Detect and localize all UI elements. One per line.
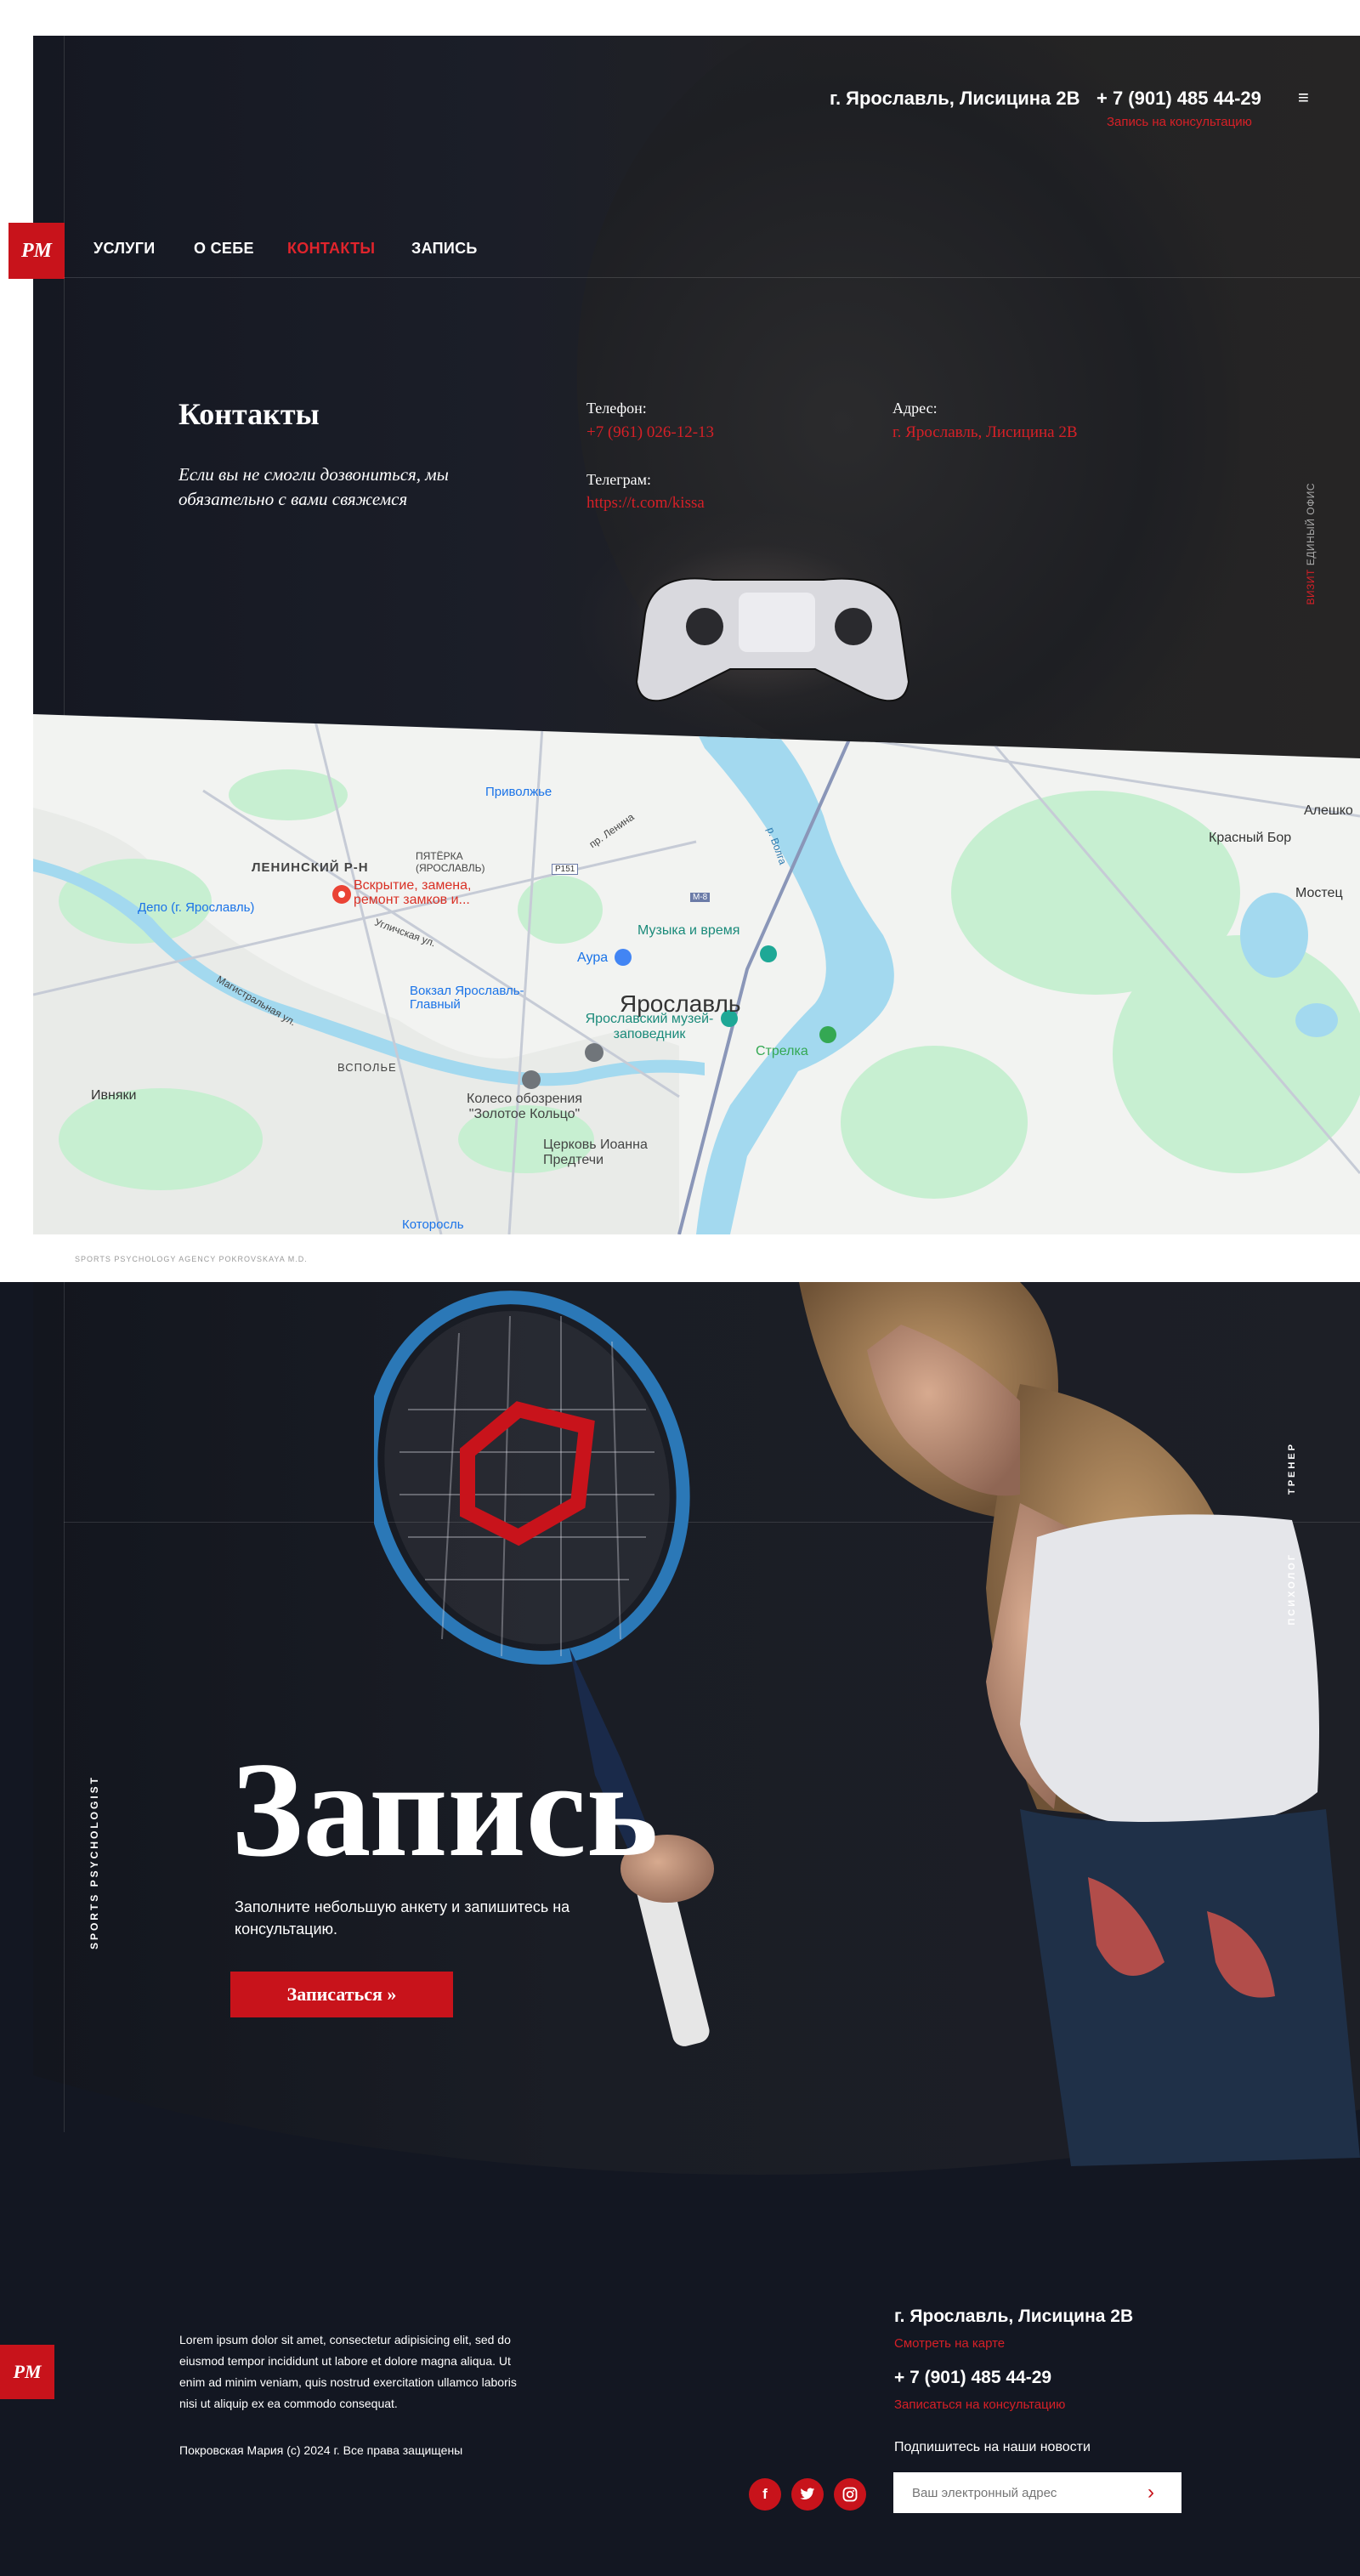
booking-subtitle: Заполните небольшую анкету и запишитесь … xyxy=(235,1898,570,1938)
phone-value[interactable]: +7 (961) 026-12-13 xyxy=(586,423,714,442)
map-m8-label: М-8 xyxy=(690,893,711,902)
nav-item-contacts[interactable]: КОНТАКТЫ xyxy=(287,240,375,258)
logo[interactable]: PM xyxy=(8,223,65,279)
email-input[interactable] xyxy=(893,2472,1182,2513)
map-music-label: Музыка и время xyxy=(638,923,740,938)
tennis-player-image xyxy=(374,1282,1360,2166)
twitter-bird-icon xyxy=(800,2488,815,2499)
instagram-glyph-icon xyxy=(842,2487,858,2502)
map-krasny-bor-label: Красный Бор xyxy=(1209,831,1292,845)
nav-item-services[interactable]: УСЛУГИ xyxy=(94,240,156,258)
side-office-label: ВИЗИТ ЕДИНЫЙ ОФИС xyxy=(1305,483,1317,604)
instagram-icon[interactable] xyxy=(834,2478,866,2511)
footer-description: Lorem ipsum dolor sit amet, consectetur … xyxy=(179,2333,517,2410)
side-office-text: ЕДИНЫЙ ОФИС xyxy=(1305,483,1317,566)
contacts-title: Контакты xyxy=(178,397,320,431)
submit-arrow-icon[interactable]: › xyxy=(1148,2481,1154,2505)
map-pin-label[interactable]: Вскрытие, замена, ремонт замков и... xyxy=(354,878,498,907)
map-vspolye-label: ВСПОЛЬЕ xyxy=(337,1061,397,1074)
map-strelka-label: Стрелка xyxy=(756,1044,808,1058)
side-office-red: ВИЗИТ xyxy=(1305,569,1317,605)
map-church-label: Церковь Иоанна Предтечи xyxy=(543,1138,648,1167)
footer-phone[interactable]: + 7 (901) 485 44-29 xyxy=(894,2368,1051,2388)
map-kotoros-label: Которосль xyxy=(402,1217,464,1232)
decor-line xyxy=(64,36,65,716)
map-museum-label: Ярославский музей- заповедник xyxy=(585,1012,714,1041)
map-ivnyaki-label: Ивняки xyxy=(91,1088,137,1103)
address-value[interactable]: г. Ярославль, Лисицина 2В xyxy=(892,423,1078,442)
nav-item-booking[interactable]: ЗАПИСЬ xyxy=(411,240,478,258)
map-wheel-label: Колесо обозрения "Золотое Кольцо" xyxy=(467,1092,582,1121)
nav-divider xyxy=(64,277,1360,278)
map-privolzhye-label: Приволжье xyxy=(485,785,552,799)
footer-copyright: Покровская Мария (c) 2024 г. Все права з… xyxy=(179,2443,463,2457)
map-canvas[interactable] xyxy=(33,714,1360,1234)
map[interactable]: Ярославль ЛЕНИНСКИЙ Р-Н ПЯТЁРКА (ЯРОСЛАВ… xyxy=(33,714,1360,1234)
vertical-label-trainer: ТРЕНЕР xyxy=(1287,1442,1297,1495)
header-phone[interactable]: + 7 (901) 485 44-29 xyxy=(1096,88,1261,110)
header-consult-link[interactable]: Запись на консультацию xyxy=(1107,115,1252,129)
vertical-label-psychologist: ПСИХОЛОГ xyxy=(1287,1552,1297,1626)
telegram-link[interactable]: https://t.com/kissa xyxy=(586,494,705,513)
phone-label: Телефон: xyxy=(586,400,647,417)
map-depot-label: Депо (г. Ярославль) xyxy=(138,900,255,915)
contacts-subtitle: Если вы не смогли дозвониться, мы обязат… xyxy=(178,464,449,509)
newsletter-label: Подпишитесь на наши новости xyxy=(894,2440,1091,2454)
vertical-label-sports-psychologist: SPORTS PSYCHOLOGIST xyxy=(88,1775,100,1950)
booking-title: Запись xyxy=(231,1733,659,1885)
twitter-icon[interactable] xyxy=(791,2478,824,2511)
footer-logo[interactable]: PM xyxy=(0,2345,54,2399)
gamepad-image xyxy=(635,577,910,702)
map-alekhino-label: Алешко xyxy=(1304,803,1353,818)
header-address: г. Ярославль, Лисицина 2В xyxy=(830,88,1080,109)
footer-map-link[interactable]: Смотреть на карте xyxy=(894,2336,1005,2351)
menu-icon[interactable]: ≡ xyxy=(1298,87,1309,109)
facebook-glyph: f xyxy=(762,2486,768,2502)
agency-note: SPORTS PSYCHOLOGY AGENCY POKROVSKAYA M.D… xyxy=(75,1255,308,1263)
facebook-icon[interactable]: f xyxy=(749,2478,781,2511)
map-vokzal-label: Вокзал Ярославль-Главный xyxy=(410,984,524,1012)
footer-address: г. Ярославль, Лисицина 2В xyxy=(894,2306,1134,2326)
booking-button[interactable]: Записаться » xyxy=(230,1972,453,2017)
map-p151-label: Р151 xyxy=(552,864,579,875)
map-district-label: ЛЕНИНСКИЙ Р-Н xyxy=(252,860,369,875)
map-aura-label: Аура xyxy=(577,950,609,965)
map-pyaterka-label: ПЯТЁРКА (ЯРОСЛАВЛЬ) xyxy=(416,850,485,874)
footer-consult-link[interactable]: Записаться на консультацию xyxy=(894,2397,1065,2412)
telegram-label: Телеграм: xyxy=(586,471,652,488)
decor-line-vertical xyxy=(64,1282,65,2132)
nav-item-about[interactable]: О СЕБЕ xyxy=(194,240,254,258)
map-mostets-label: Мостец xyxy=(1295,886,1343,900)
address-label: Адрес: xyxy=(892,400,938,417)
